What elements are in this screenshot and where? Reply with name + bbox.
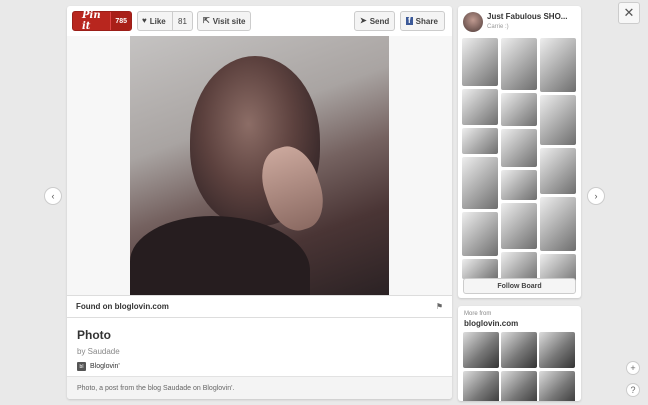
board-thumbnail[interactable] bbox=[462, 157, 498, 209]
board-column bbox=[462, 38, 498, 282]
pin-image-area bbox=[67, 36, 452, 295]
facebook-icon: f bbox=[406, 16, 413, 25]
more-thumbnail[interactable] bbox=[501, 371, 537, 401]
found-on-row: Found on bloglovin.com ⚑ bbox=[67, 295, 452, 317]
visit-site-button[interactable]: ⇱ Visit site bbox=[197, 11, 251, 31]
pin-action-bar: Pin it 785 ♥ Like 81 ⇱ Visit site ➤ Send… bbox=[67, 6, 452, 36]
board-thumbnail[interactable] bbox=[462, 128, 498, 154]
heart-icon: ♥ bbox=[142, 16, 147, 25]
board-thumbnail[interactable] bbox=[501, 170, 537, 200]
pin-count: 785 bbox=[110, 12, 131, 30]
link-icon: ⇱ bbox=[203, 16, 210, 25]
board-thumbnail[interactable] bbox=[462, 212, 498, 256]
board-thumbnail[interactable] bbox=[501, 129, 537, 167]
board-owner[interactable]: Carrie :) bbox=[487, 24, 509, 30]
board-thumbnail[interactable] bbox=[462, 89, 498, 125]
more-thumbnail[interactable] bbox=[539, 371, 575, 401]
pin-caption: Photo, a post from the blog Saudade on B… bbox=[67, 376, 452, 399]
board-thumbnail[interactable] bbox=[540, 148, 576, 194]
found-on-link[interactable]: Found on bloglovin.com bbox=[76, 302, 169, 311]
more-from-label: More from bbox=[464, 311, 492, 317]
more-thumbnail[interactable] bbox=[463, 332, 499, 368]
source-name: Bloglovin' bbox=[90, 363, 120, 370]
source-row[interactable]: bl Bloglovin' bbox=[77, 362, 442, 371]
follow-board-button[interactable]: Follow Board bbox=[463, 278, 576, 294]
pin-it-button[interactable]: Pin it 785 bbox=[72, 10, 132, 32]
help-icon[interactable]: ? bbox=[626, 383, 640, 397]
board-panel: Just Fabulous SHO... Carrie :) Follow Bo… bbox=[458, 6, 581, 298]
like-button[interactable]: ♥ Like 81 bbox=[137, 11, 193, 31]
board-thumbnail[interactable] bbox=[501, 93, 537, 126]
photo-shoulder-shape bbox=[130, 216, 310, 295]
avatar[interactable] bbox=[463, 12, 483, 32]
board-column bbox=[540, 38, 576, 289]
more-thumbnail[interactable] bbox=[539, 332, 575, 368]
share-button[interactable]: f Share bbox=[400, 11, 445, 31]
like-count: 81 bbox=[172, 12, 192, 30]
pin-photo[interactable] bbox=[130, 36, 389, 295]
board-thumbnail[interactable] bbox=[501, 38, 537, 90]
close-icon[interactable]: ✕ bbox=[618, 2, 640, 24]
more-from-panel: More from bloglovin.com bbox=[458, 306, 581, 401]
pin-by-line[interactable]: by Saudade bbox=[77, 347, 442, 356]
board-column bbox=[501, 38, 537, 285]
chevron-left-icon[interactable]: ‹ bbox=[44, 187, 62, 205]
send-icon: ➤ bbox=[360, 16, 367, 25]
pin-description: Photo by Saudade bl Bloglovin' bbox=[67, 317, 452, 375]
board-thumbnail[interactable] bbox=[540, 95, 576, 145]
like-label-wrap: ♥ Like bbox=[138, 17, 172, 26]
pin-it-label: Pin it bbox=[82, 10, 101, 32]
board-thumbnail[interactable] bbox=[501, 203, 537, 249]
board-thumbnail[interactable] bbox=[540, 38, 576, 92]
chevron-right-icon[interactable]: › bbox=[587, 187, 605, 205]
board-thumbnail[interactable] bbox=[462, 259, 498, 279]
send-button[interactable]: ➤ Send bbox=[354, 11, 395, 31]
more-thumbnail[interactable] bbox=[501, 332, 537, 368]
add-icon[interactable]: + bbox=[626, 361, 640, 375]
board-thumbnail[interactable] bbox=[540, 197, 576, 251]
like-label: Like bbox=[149, 16, 166, 26]
more-from-source[interactable]: bloglovin.com bbox=[464, 319, 518, 328]
pin-title: Photo bbox=[77, 328, 111, 342]
board-thumbnail[interactable] bbox=[462, 38, 498, 86]
pin-card: Pin it 785 ♥ Like 81 ⇱ Visit site ➤ Send… bbox=[67, 6, 452, 399]
send-label: Send bbox=[369, 16, 390, 26]
source-badge-icon: bl bbox=[77, 362, 86, 371]
flag-icon[interactable]: ⚑ bbox=[436, 302, 443, 311]
share-label: Share bbox=[415, 16, 438, 26]
board-title[interactable]: Just Fabulous SHO... bbox=[487, 12, 579, 21]
more-thumbnail[interactable] bbox=[463, 371, 499, 401]
visit-site-label: Visit site bbox=[212, 16, 246, 26]
